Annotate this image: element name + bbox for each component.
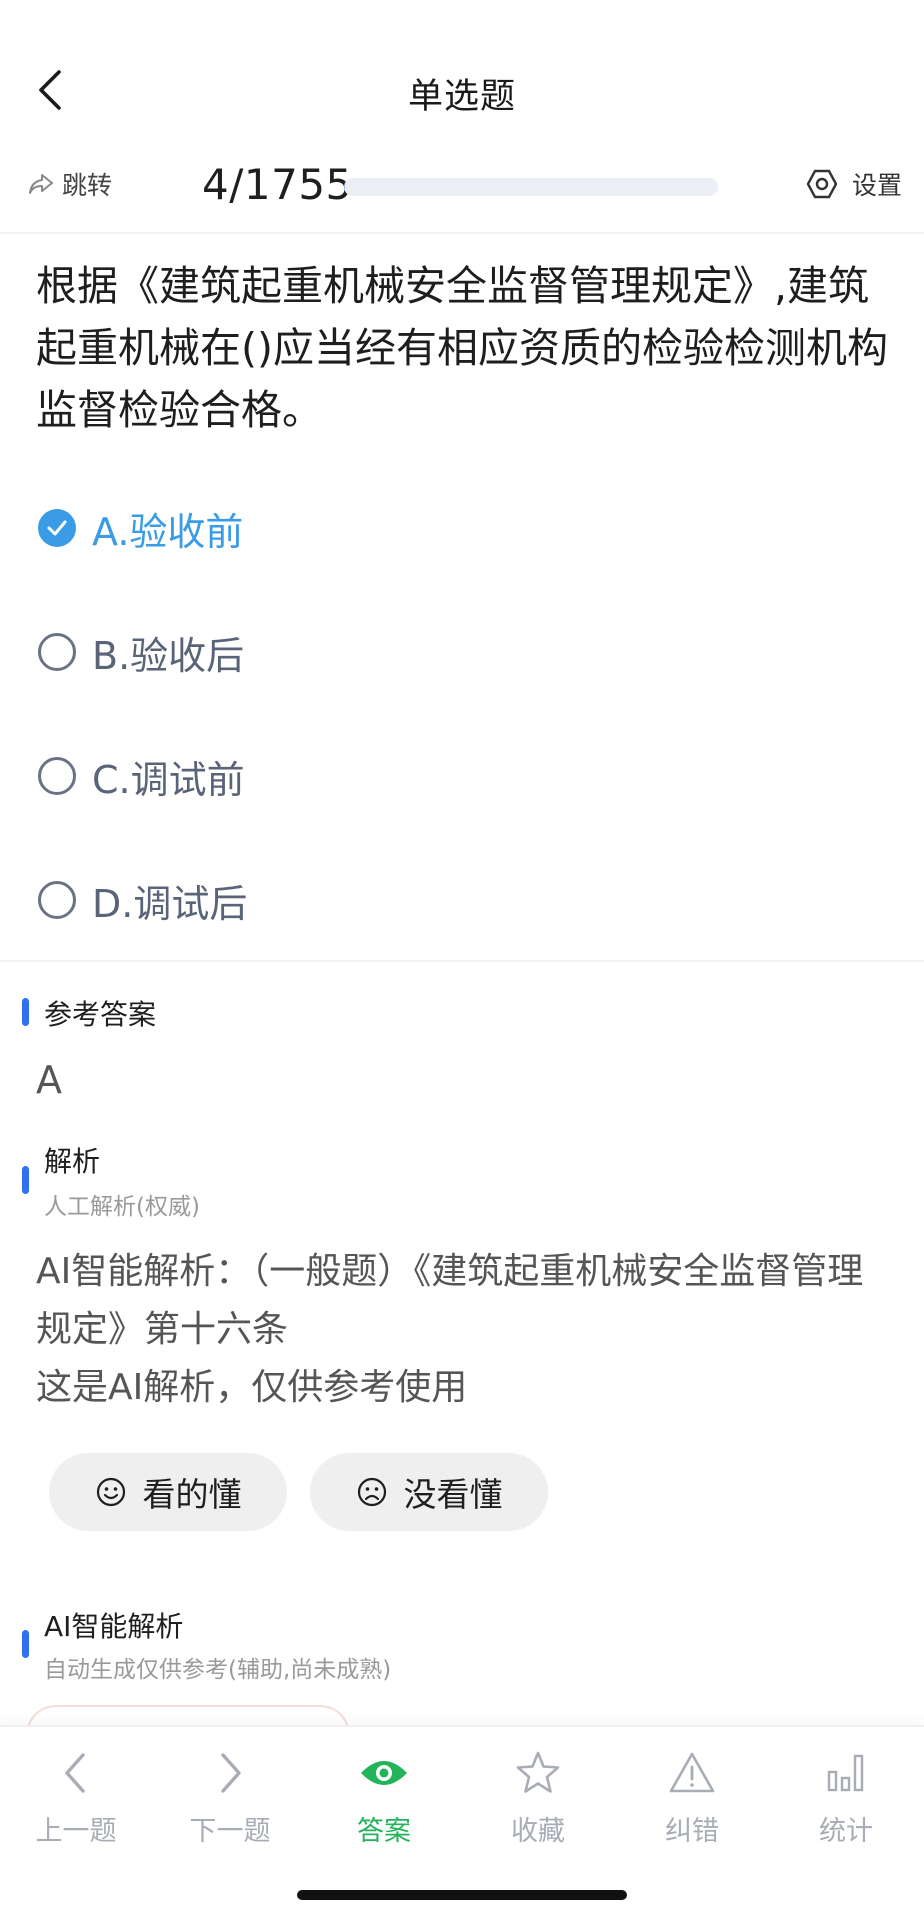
section-marker [22, 998, 29, 1026]
progress-bar [344, 178, 718, 196]
understood-button[interactable]: 看的懂 [49, 1453, 287, 1531]
progress-count: 4/1755 [202, 160, 353, 209]
tab-label: 统计 [819, 1816, 873, 1847]
tab-label: 纠错 [665, 1816, 719, 1847]
reference-answer-title: 参考答案 [44, 998, 157, 1031]
understood-label: 看的懂 [142, 1475, 242, 1514]
settings-label: 设置 [851, 171, 902, 200]
warning-icon [669, 1752, 715, 1793]
tab-answer[interactable]: 答案 [314, 1745, 454, 1855]
option-a[interactable]: A.验收前 [38, 498, 638, 558]
eye-icon [361, 1761, 407, 1785]
tab-label: 上一题 [35, 1816, 117, 1847]
option-label: B.验收后 [92, 633, 245, 678]
analysis-title: 解析 [44, 1145, 101, 1178]
checked-circle-icon [38, 509, 76, 547]
chevron-right-icon [221, 1753, 241, 1793]
option-label: C.调试前 [92, 757, 245, 802]
tab-statistics[interactable]: 统计 [776, 1745, 916, 1855]
divider [0, 232, 924, 234]
share-arrow-icon [29, 174, 53, 194]
analysis-line: AI智能解析：（一般题）《建筑起重机械安全监督管理规定》第十六条 [36, 1251, 864, 1350]
analysis-subtitle: 人工解析(权威) [44, 1194, 200, 1220]
jump-label: 跳转 [62, 171, 113, 200]
settings-icon [806, 169, 838, 199]
divider [0, 960, 924, 962]
ai-analysis-title: AI智能解析 [44, 1610, 184, 1643]
page: 单选题 跳转 4/1755 设置 根据《建筑起重机械安全监督管理规定》,建筑起重… [0, 0, 924, 1920]
option-label: A.验收前 [92, 509, 244, 554]
not-understood-label: 没看懂 [403, 1475, 503, 1514]
tab-report-error[interactable]: 纠错 [622, 1745, 762, 1855]
smile-icon [96, 1477, 125, 1507]
option-label: D.调试后 [92, 881, 248, 926]
ai-analysis-subtitle: 自动生成仅供参考(辅助,尚未成熟) [44, 1657, 392, 1683]
section-marker [22, 1166, 29, 1194]
question-toolbar: 跳转 4/1755 设置 [0, 148, 924, 220]
jump-button[interactable]: 跳转 [28, 166, 112, 202]
option-d[interactable]: D.调试后 [38, 870, 638, 930]
question-text: 根据《建筑起重机械安全监督管理规定》,建筑起重机械在()应当经有相应资质的检验检… [36, 262, 888, 434]
page-title: 单选题 [407, 77, 516, 117]
tab-label: 答案 [357, 1816, 411, 1847]
radio-icon [38, 757, 76, 795]
tab-next-question[interactable]: 下一题 [160, 1745, 300, 1855]
not-understood-button[interactable]: 没看懂 [310, 1453, 548, 1531]
analysis-text: AI智能解析：（一般题）《建筑起重机械安全监督管理规定》第十六条 这是AI解析，… [36, 1243, 896, 1417]
radio-icon [38, 633, 76, 671]
settings-button[interactable]: 设置 [806, 166, 902, 202]
chevron-left-icon [65, 1753, 85, 1793]
tab-prev-question[interactable]: 上一题 [6, 1745, 146, 1855]
nav-header: 单选题 [0, 50, 924, 130]
tab-label: 下一题 [189, 1816, 271, 1847]
tab-label: 收藏 [511, 1816, 565, 1847]
radio-icon [38, 881, 76, 919]
option-b[interactable]: B.验收后 [38, 622, 638, 682]
bar-chart-icon [827, 1754, 864, 1792]
option-c[interactable]: C.调试前 [38, 746, 638, 806]
section-marker [22, 1630, 29, 1658]
tab-favorite[interactable]: 收藏 [468, 1745, 608, 1855]
reference-answer-value: A [36, 1058, 62, 1102]
frown-icon [357, 1477, 386, 1507]
home-indicator [297, 1890, 627, 1900]
analysis-line: 这是AI解析，仅供参考使用 [36, 1367, 468, 1408]
star-icon [516, 1751, 560, 1793]
